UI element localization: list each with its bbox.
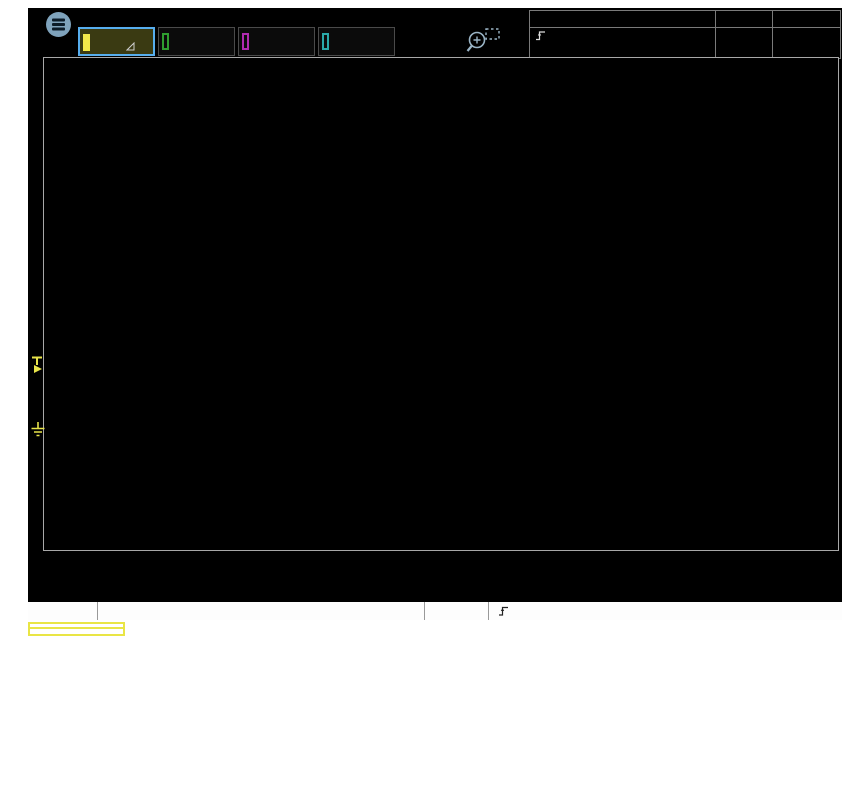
cursor-measurements [104,564,196,602]
acquisition-count [715,11,772,27]
acquire-section[interactable] [28,602,98,620]
acquire-settings [98,602,425,620]
status-row-1 [530,11,840,28]
cursor-t2-readout [104,577,196,590]
probe-icon [126,42,135,51]
cursor-t1-readout [104,564,196,577]
trigger-level-marker[interactable] [30,356,45,374]
cursor-dt-readout [104,589,196,602]
status-info-panel [529,10,841,59]
ch1-settings [30,629,123,634]
channel-1-button[interactable] [78,27,155,56]
status-row-2 [530,28,840,58]
ch1-info-box[interactable] [28,622,125,636]
oscilloscope-screen [28,8,842,620]
acquisition-mode-panel[interactable] [772,28,840,58]
ground-level-marker [30,422,46,439]
run-state [772,11,840,27]
channel-3-color-indicator [242,33,249,50]
menu-button[interactable] [34,12,82,38]
trigger-settings [489,602,842,620]
channel-3-button[interactable] [238,27,315,56]
channel-2-button[interactable] [158,27,235,56]
waveform-plot [44,58,838,550]
edge-trigger-icon [498,605,509,617]
channel-2-color-indicator [162,33,169,50]
channel-1-color-indicator [83,34,90,51]
trigger-settings-panel[interactable] [530,28,715,58]
channel-row [78,27,395,56]
waveform-graticule [43,57,839,551]
history-panel[interactable] [715,28,772,58]
trigger-section[interactable] [425,602,489,620]
edge-trigger-icon [535,30,546,41]
hamburger-icon [46,12,71,37]
page [0,0,842,788]
acquire-trigger-bar [28,602,842,620]
channel-4-color-indicator [322,33,329,50]
zoom-search-icon[interactable] [464,26,502,56]
channel-4-button[interactable] [318,27,395,56]
